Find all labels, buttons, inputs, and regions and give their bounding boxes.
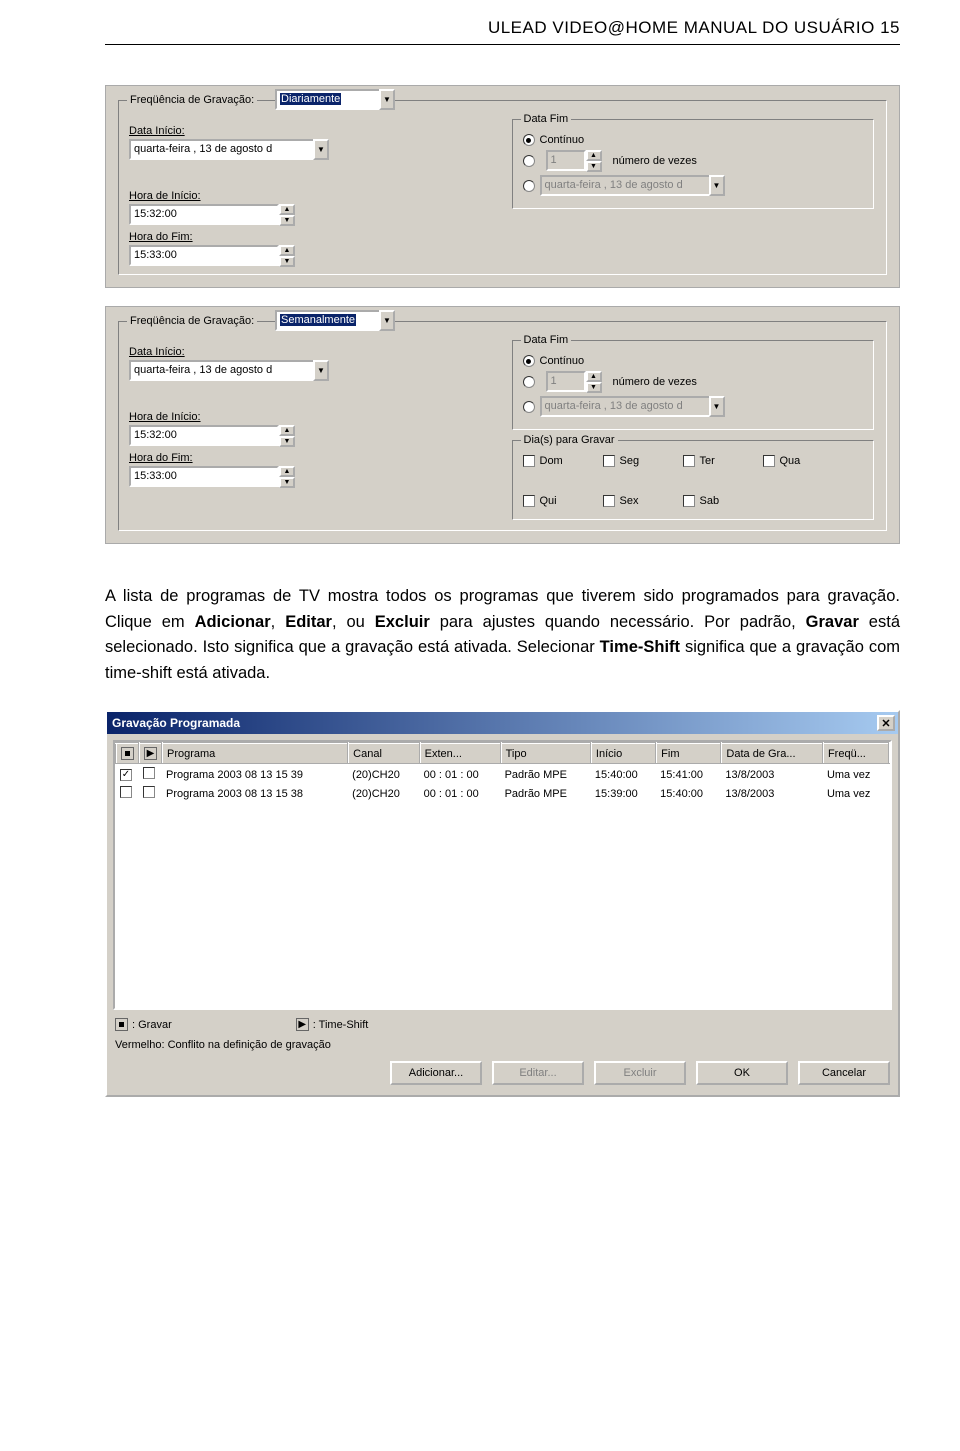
- radio-times[interactable]: 1 ▲▼ número de vezes: [523, 150, 864, 171]
- spinner-icon[interactable]: ▲▼: [586, 150, 602, 171]
- end-time-field[interactable]: 15:33:00: [129, 466, 279, 487]
- end-date-legend: Data Fim: [521, 113, 572, 125]
- groupbox-end-date: Data Fim Contínuo 1 ▲▼ número de vezes: [512, 340, 875, 430]
- col-fim[interactable]: Fim: [656, 743, 721, 764]
- col-record-icon[interactable]: [116, 743, 139, 764]
- dialog-panel-weekly: Freqüência de Gravação: Semanalmente ▼ D…: [105, 306, 900, 544]
- start-time-label: Hora de Início:: [129, 190, 496, 202]
- window-title: Gravação Programada: [112, 716, 240, 730]
- checkbox-ter[interactable]: Ter: [683, 455, 743, 467]
- end-date-value[interactable]: quarta-feira , 13 de agosto d: [540, 396, 709, 417]
- groupbox-frequency: Freqüência de Gravação: Diariamente ▼ Da…: [118, 100, 887, 275]
- start-time-field[interactable]: 15:32:00: [129, 425, 279, 446]
- dropdown-arrow-icon[interactable]: ▼: [379, 310, 395, 331]
- col-programa[interactable]: Programa: [162, 743, 348, 764]
- col-tipo[interactable]: Tipo: [501, 743, 591, 764]
- spinner-icon[interactable]: ▲▼: [586, 371, 602, 392]
- col-timeshift-icon[interactable]: ▶: [139, 743, 162, 764]
- add-button[interactable]: Adicionar...: [390, 1061, 482, 1085]
- legend-gravar: : Gravar: [115, 1018, 172, 1031]
- col-data[interactable]: Data de Gra...: [721, 743, 823, 764]
- radio-continuous[interactable]: Contínuo: [523, 355, 864, 367]
- groupbox-frequency: Freqüência de Gravação: Semanalmente ▼ D…: [118, 321, 887, 531]
- col-exten[interactable]: Exten...: [420, 743, 501, 764]
- legend-conflict: Vermelho: Conflito na definição de grava…: [115, 1039, 890, 1051]
- col-inicio[interactable]: Início: [591, 743, 656, 764]
- row-timeshift-checkbox[interactable]: [143, 767, 155, 779]
- spinner-icon[interactable]: ▲▼: [279, 204, 295, 225]
- row-timeshift-checkbox[interactable]: [143, 786, 155, 798]
- start-time-label: Hora de Início:: [129, 411, 496, 423]
- dropdown-arrow-icon[interactable]: ▼: [313, 139, 329, 160]
- edit-button[interactable]: Editar...: [492, 1061, 584, 1085]
- checkbox-seg[interactable]: Seg: [603, 455, 663, 467]
- days-legend: Dia(s) para Gravar: [521, 434, 618, 446]
- close-icon[interactable]: ✕: [877, 715, 895, 731]
- start-date-label: Data Início:: [129, 125, 496, 137]
- end-date-legend: Data Fim: [521, 334, 572, 346]
- radio-continuous[interactable]: Contínuo: [523, 134, 864, 146]
- end-date-value[interactable]: quarta-feira , 13 de agosto d: [540, 175, 709, 196]
- dropdown-arrow-icon[interactable]: ▼: [709, 175, 725, 196]
- cancel-button[interactable]: Cancelar: [798, 1061, 890, 1085]
- body-paragraph: A lista de programas de TV mostra todos …: [105, 584, 900, 686]
- spinner-icon[interactable]: ▲▼: [279, 466, 295, 487]
- spinner-icon[interactable]: ▲▼: [279, 425, 295, 446]
- table-row[interactable]: ✓Programa 2003 08 13 15 39(20)CH2000 : 0…: [116, 764, 889, 784]
- legend-timeshift: ▶ : Time-Shift: [296, 1018, 369, 1031]
- page-header: ULEAD VIDEO@HOME MANUAL DO USUÁRIO 15: [105, 0, 900, 45]
- times-field[interactable]: 1: [546, 150, 586, 171]
- spinner-icon[interactable]: ▲▼: [279, 245, 295, 266]
- dropdown-arrow-icon[interactable]: ▼: [313, 360, 329, 381]
- checkbox-sex[interactable]: Sex: [603, 495, 663, 507]
- checkbox-dom[interactable]: Dom: [523, 455, 583, 467]
- radio-end-date[interactable]: quarta-feira , 13 de agosto d ▼: [523, 175, 864, 196]
- end-time-label: Hora do Fim:: [129, 231, 496, 243]
- program-list[interactable]: ▶ Programa Canal Exten... Tipo Início Fi…: [113, 740, 892, 1010]
- start-date-field[interactable]: quarta-feira , 13 de agosto d ▼: [129, 360, 329, 381]
- scheduled-recording-window: Gravação Programada ✕ ▶ Programa Canal E…: [105, 710, 900, 1097]
- start-date-field[interactable]: quarta-feira , 13 de agosto d ▼: [129, 139, 329, 160]
- start-date-label: Data Início:: [129, 346, 496, 358]
- freq-legend: Freqüência de Gravação:: [127, 315, 257, 327]
- freq-select[interactable]: Semanalmente: [275, 310, 379, 331]
- start-time-field[interactable]: 15:32:00: [129, 204, 279, 225]
- checkbox-sab[interactable]: Sab: [683, 495, 743, 507]
- row-record-checkbox[interactable]: [120, 786, 132, 798]
- groupbox-end-date: Data Fim Contínuo 1 ▲▼ número de vezes: [512, 119, 875, 209]
- checkbox-qui[interactable]: Qui: [523, 495, 583, 507]
- freq-select[interactable]: Diariamente: [275, 89, 379, 110]
- groupbox-days: Dia(s) para Gravar Dom Seg Ter Qua Qui S…: [512, 440, 875, 520]
- end-time-field[interactable]: 15:33:00: [129, 245, 279, 266]
- col-freq[interactable]: Freqü...: [823, 743, 889, 764]
- col-canal[interactable]: Canal: [348, 743, 419, 764]
- titlebar: Gravação Programada ✕: [107, 712, 898, 734]
- dialog-panel-daily: Freqüência de Gravação: Diariamente ▼ Da…: [105, 85, 900, 288]
- radio-times[interactable]: 1 ▲▼ número de vezes: [523, 371, 864, 392]
- radio-end-date[interactable]: quarta-feira , 13 de agosto d ▼: [523, 396, 864, 417]
- times-field[interactable]: 1: [546, 371, 586, 392]
- ok-button[interactable]: OK: [696, 1061, 788, 1085]
- freq-legend: Freqüência de Gravação:: [127, 94, 257, 106]
- dropdown-arrow-icon[interactable]: ▼: [379, 89, 395, 110]
- row-record-checkbox[interactable]: ✓: [120, 769, 132, 781]
- delete-button[interactable]: Excluir: [594, 1061, 686, 1085]
- dropdown-arrow-icon[interactable]: ▼: [709, 396, 725, 417]
- end-time-label: Hora do Fim:: [129, 452, 496, 464]
- checkbox-qua[interactable]: Qua: [763, 455, 823, 467]
- table-row[interactable]: Programa 2003 08 13 15 38(20)CH2000 : 01…: [116, 784, 889, 803]
